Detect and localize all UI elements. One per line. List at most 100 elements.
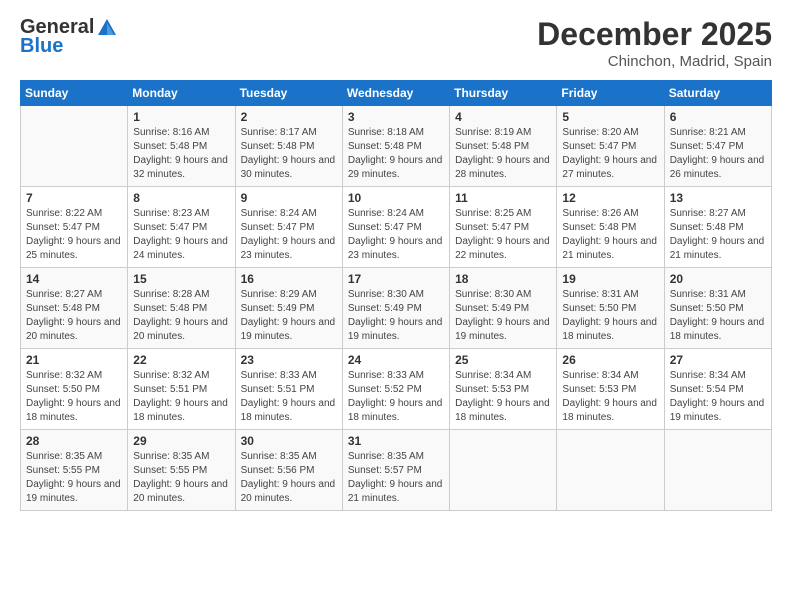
cell-info: Sunrise: 8:31 AMSunset: 5:50 PMDaylight:… [670, 288, 766, 344]
calendar-week-3: 14 Sunrise: 8:27 AMSunset: 5:48 PMDayligh… [21, 268, 772, 349]
day-number: 11 [455, 191, 551, 205]
table-row: 21Sunrise: 8:32 AMSunset: 5:50 PMDayligh… [21, 349, 128, 430]
calendar-week-4: 21Sunrise: 8:32 AMSunset: 5:50 PMDayligh… [21, 349, 772, 430]
table-row: 13 Sunrise: 8:27 AMSunset: 5:48 PMDayligh… [664, 187, 771, 268]
table-row [450, 430, 557, 511]
table-row: 20 Sunrise: 8:31 AMSunset: 5:50 PMDayligh… [664, 268, 771, 349]
table-row: 9 Sunrise: 8:24 AMSunset: 5:47 PMDaylight… [235, 187, 342, 268]
calendar-week-5: 28Sunrise: 8:35 AMSunset: 5:55 PMDayligh… [21, 430, 772, 511]
table-row: 10 Sunrise: 8:24 AMSunset: 5:47 PMDayligh… [342, 187, 449, 268]
day-number: 19 [562, 272, 658, 286]
table-row: 3Sunrise: 8:18 AMSunset: 5:48 PMDaylight… [342, 106, 449, 187]
cell-info: Sunrise: 8:21 AMSunset: 5:47 PMDaylight:… [670, 126, 766, 182]
col-tuesday: Tuesday [235, 81, 342, 106]
location: Chinchon, Madrid, Spain [537, 53, 772, 70]
day-number: 6 [670, 110, 766, 124]
day-number: 25 [455, 353, 551, 367]
day-number: 29 [133, 434, 229, 448]
table-row: 18 Sunrise: 8:30 AMSunset: 5:49 PMDayligh… [450, 268, 557, 349]
cell-info: Sunrise: 8:29 AMSunset: 5:49 PMDaylight:… [241, 288, 337, 344]
table-row: 31 Sunrise: 8:35 AMSunset: 5:57 PMDayligh… [342, 430, 449, 511]
col-friday: Friday [557, 81, 664, 106]
calendar-week-2: 7 Sunrise: 8:22 AMSunset: 5:47 PMDaylight… [21, 187, 772, 268]
table-row: 22 Sunrise: 8:32 AMSunset: 5:51 PMDayligh… [128, 349, 235, 430]
day-number: 22 [133, 353, 229, 367]
cell-info: Sunrise: 8:23 AMSunset: 5:47 PMDaylight:… [133, 207, 229, 263]
day-number: 18 [455, 272, 551, 286]
col-monday: Monday [128, 81, 235, 106]
table-row: 2 Sunrise: 8:17 AMSunset: 5:48 PMDaylight… [235, 106, 342, 187]
cell-info: Sunrise: 8:24 AMSunset: 5:47 PMDaylight:… [241, 207, 337, 263]
day-number: 4 [455, 110, 551, 124]
cell-info: Sunrise: 8:17 AMSunset: 5:48 PMDaylight:… [241, 126, 337, 182]
cell-info: Sunrise: 8:26 AMSunset: 5:48 PMDaylight:… [562, 207, 658, 263]
day-number: 10 [348, 191, 444, 205]
cell-info: Sunrise: 8:28 AMSunset: 5:48 PMDaylight:… [133, 288, 229, 344]
day-number: 1 [133, 110, 229, 124]
header: General Blue December 2025 Chinchon, Mad… [20, 16, 772, 70]
cell-info: Sunrise: 8:33 AMSunset: 5:52 PMDaylight:… [348, 369, 444, 425]
table-row: 17Sunrise: 8:30 AMSunset: 5:49 PMDayligh… [342, 268, 449, 349]
cell-info: Sunrise: 8:19 AMSunset: 5:48 PMDaylight:… [455, 126, 551, 182]
cell-info: Sunrise: 8:32 AMSunset: 5:51 PMDaylight:… [133, 369, 229, 425]
day-number: 24 [348, 353, 444, 367]
day-number: 30 [241, 434, 337, 448]
table-row: 19 Sunrise: 8:31 AMSunset: 5:50 PMDayligh… [557, 268, 664, 349]
day-number: 26 [562, 353, 658, 367]
cell-info: Sunrise: 8:24 AMSunset: 5:47 PMDaylight:… [348, 207, 444, 263]
cell-info: Sunrise: 8:25 AMSunset: 5:47 PMDaylight:… [455, 207, 551, 263]
cell-info: Sunrise: 8:22 AMSunset: 5:47 PMDaylight:… [26, 207, 122, 263]
cell-info: Sunrise: 8:18 AMSunset: 5:48 PMDaylight:… [348, 126, 444, 182]
cell-info: Sunrise: 8:27 AMSunset: 5:48 PMDaylight:… [26, 288, 122, 344]
cell-info: Sunrise: 8:30 AMSunset: 5:49 PMDaylight:… [348, 288, 444, 344]
cell-info: Sunrise: 8:30 AMSunset: 5:49 PMDaylight:… [455, 288, 551, 344]
day-number: 23 [241, 353, 337, 367]
cell-info: Sunrise: 8:35 AMSunset: 5:55 PMDaylight:… [26, 450, 122, 506]
table-row [21, 106, 128, 187]
day-number: 13 [670, 191, 766, 205]
day-number: 2 [241, 110, 337, 124]
cell-info: Sunrise: 8:35 AMSunset: 5:57 PMDaylight:… [348, 450, 444, 506]
day-number: 20 [670, 272, 766, 286]
cell-info: Sunrise: 8:32 AMSunset: 5:50 PMDaylight:… [26, 369, 122, 425]
table-row: 11 Sunrise: 8:25 AMSunset: 5:47 PMDayligh… [450, 187, 557, 268]
cell-info: Sunrise: 8:33 AMSunset: 5:51 PMDaylight:… [241, 369, 337, 425]
cell-info: Sunrise: 8:20 AMSunset: 5:47 PMDaylight:… [562, 126, 658, 182]
calendar-table: Sunday Monday Tuesday Wednesday Thursday… [20, 80, 772, 511]
table-row: 23 Sunrise: 8:33 AMSunset: 5:51 PMDayligh… [235, 349, 342, 430]
header-row: Sunday Monday Tuesday Wednesday Thursday… [21, 81, 772, 106]
logo: General Blue [20, 16, 118, 58]
table-row: 30Sunrise: 8:35 AMSunset: 5:56 PMDayligh… [235, 430, 342, 511]
day-number: 14 [26, 272, 122, 286]
day-number: 5 [562, 110, 658, 124]
table-row: 12 Sunrise: 8:26 AMSunset: 5:48 PMDayligh… [557, 187, 664, 268]
col-sunday: Sunday [21, 81, 128, 106]
day-number: 8 [133, 191, 229, 205]
table-row: 1 Sunrise: 8:16 AMSunset: 5:48 PMDaylight… [128, 106, 235, 187]
table-row: 25 Sunrise: 8:34 AMSunset: 5:53 PMDayligh… [450, 349, 557, 430]
day-number: 27 [670, 353, 766, 367]
cell-info: Sunrise: 8:34 AMSunset: 5:54 PMDaylight:… [670, 369, 766, 425]
day-number: 7 [26, 191, 122, 205]
cell-info: Sunrise: 8:16 AMSunset: 5:48 PMDaylight:… [133, 126, 229, 182]
table-row: 5 Sunrise: 8:20 AMSunset: 5:47 PMDaylight… [557, 106, 664, 187]
calendar-week-1: 1 Sunrise: 8:16 AMSunset: 5:48 PMDaylight… [21, 106, 772, 187]
cell-info: Sunrise: 8:34 AMSunset: 5:53 PMDaylight:… [562, 369, 658, 425]
day-number: 9 [241, 191, 337, 205]
day-number: 16 [241, 272, 337, 286]
cell-info: Sunrise: 8:34 AMSunset: 5:53 PMDaylight:… [455, 369, 551, 425]
cell-info: Sunrise: 8:31 AMSunset: 5:50 PMDaylight:… [562, 288, 658, 344]
table-row: 28Sunrise: 8:35 AMSunset: 5:55 PMDayligh… [21, 430, 128, 511]
logo-icon [96, 17, 118, 39]
month-title: December 2025 [537, 16, 772, 53]
cell-info: Sunrise: 8:27 AMSunset: 5:48 PMDaylight:… [670, 207, 766, 263]
table-row: 16 Sunrise: 8:29 AMSunset: 5:49 PMDayligh… [235, 268, 342, 349]
day-number: 31 [348, 434, 444, 448]
table-row: 4 Sunrise: 8:19 AMSunset: 5:48 PMDaylight… [450, 106, 557, 187]
table-row: 7 Sunrise: 8:22 AMSunset: 5:47 PMDaylight… [21, 187, 128, 268]
day-number: 12 [562, 191, 658, 205]
table-row: 8 Sunrise: 8:23 AMSunset: 5:47 PMDaylight… [128, 187, 235, 268]
col-saturday: Saturday [664, 81, 771, 106]
table-row: 6 Sunrise: 8:21 AMSunset: 5:47 PMDaylight… [664, 106, 771, 187]
table-row [664, 430, 771, 511]
